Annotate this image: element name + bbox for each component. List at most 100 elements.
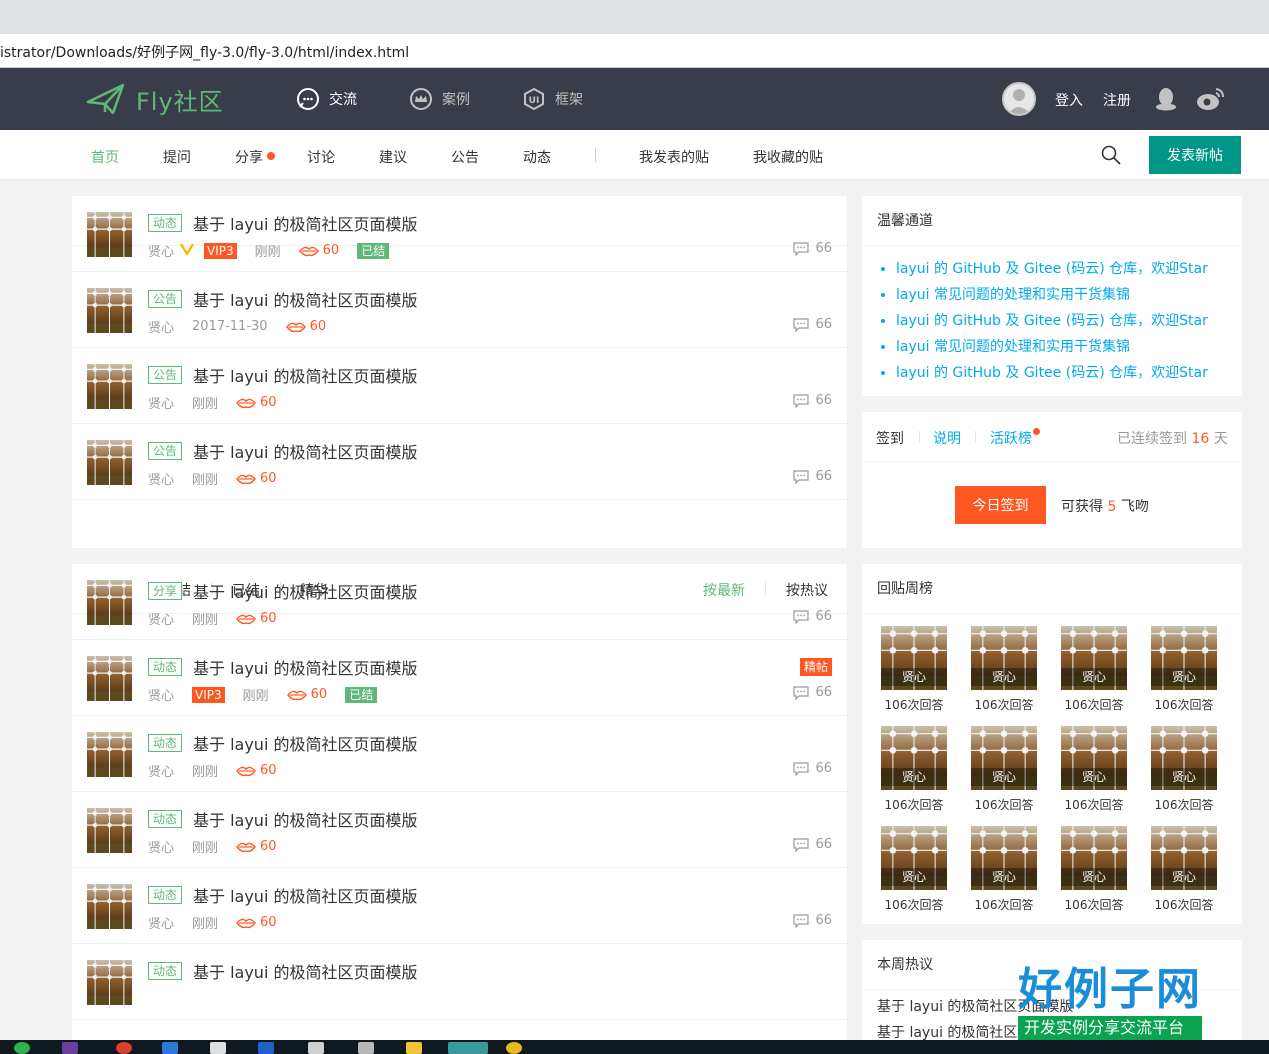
address-bar[interactable]: istrator/Downloads/好例子网_fly-3.0/fly-3.0/… bbox=[0, 34, 1269, 68]
register-link[interactable]: 注册 bbox=[1103, 90, 1131, 110]
post-row[interactable]: 公告 基于 layui 的极简社区页面模版 贤心 2017-11-30 60 66 bbox=[72, 272, 847, 348]
tab-sign[interactable]: 签到 bbox=[876, 428, 904, 448]
rank-avatar[interactable]: 贤心 bbox=[881, 826, 947, 890]
rank-user[interactable]: 贤心 106次回答 bbox=[1061, 726, 1127, 813]
post-author-avatar[interactable] bbox=[87, 364, 132, 409]
tab-dynamic[interactable]: 动态 bbox=[523, 147, 551, 167]
user-avatar[interactable] bbox=[1002, 82, 1036, 116]
rank-avatar[interactable]: 贤心 bbox=[1061, 826, 1127, 890]
tab-discuss[interactable]: 讨论 bbox=[307, 147, 335, 167]
post-category-tag[interactable]: 动态 bbox=[148, 962, 183, 980]
tab-share[interactable]: 分享 bbox=[235, 147, 275, 167]
rank-user[interactable]: 贤心 106次回答 bbox=[881, 726, 947, 813]
post-row[interactable]: 动态 基于 layui 的极简社区页面模版 贤心 刚刚 60 66 bbox=[72, 792, 847, 868]
tab-question[interactable]: 提问 bbox=[163, 147, 191, 167]
rank-avatar[interactable]: 贤心 bbox=[1151, 726, 1217, 790]
post-author[interactable]: 贤心 bbox=[148, 317, 174, 336]
rank-avatar[interactable]: 贤心 bbox=[1151, 626, 1217, 690]
rank-user[interactable]: 贤心 106次回答 bbox=[1061, 626, 1127, 713]
rank-user[interactable]: 贤心 106次回答 bbox=[881, 826, 947, 913]
my-posts-link[interactable]: 我发表的贴 bbox=[639, 147, 709, 167]
post-title[interactable]: 基于 layui 的极简社区页面模版 bbox=[193, 883, 417, 907]
post-title[interactable]: 基于 layui 的极简社区页面模版 bbox=[193, 807, 417, 831]
taskbar-app-icon[interactable] bbox=[62, 1042, 78, 1054]
taskbar-app-icon[interactable] bbox=[406, 1042, 422, 1054]
my-favorites-link[interactable]: 我收藏的贴 bbox=[753, 147, 823, 167]
post-author-avatar[interactable] bbox=[87, 440, 132, 485]
post-title[interactable]: 基于 layui 的极简社区页面模版 bbox=[193, 287, 417, 311]
post-category-tag[interactable]: 公告 bbox=[148, 290, 183, 308]
rank-user[interactable]: 贤心 106次回答 bbox=[971, 726, 1037, 813]
post-author-avatar[interactable] bbox=[87, 212, 132, 257]
rank-user[interactable]: 贤心 106次回答 bbox=[1151, 626, 1217, 713]
tab-explain[interactable]: 说明 bbox=[933, 428, 961, 448]
post-title[interactable]: 基于 layui 的极简社区页面模版 bbox=[193, 211, 417, 235]
post-author-avatar[interactable] bbox=[87, 960, 132, 1005]
rank-avatar[interactable]: 贤心 bbox=[971, 826, 1037, 890]
post-author-avatar[interactable] bbox=[87, 808, 132, 853]
post-row[interactable]: 动态 基于 layui 的极简社区页面模版 bbox=[72, 944, 847, 1020]
taskbar-app-icon[interactable] bbox=[14, 1042, 30, 1054]
tab-notice[interactable]: 公告 bbox=[451, 147, 479, 167]
post-author[interactable]: 贤心 bbox=[148, 685, 174, 704]
tab-suggest[interactable]: 建议 bbox=[379, 147, 407, 167]
url-text[interactable]: istrator/Downloads/好例子网_fly-3.0/fly-3.0/… bbox=[0, 42, 409, 62]
rank-user[interactable]: 贤心 106次回答 bbox=[881, 626, 947, 713]
post-author[interactable]: 贤心 bbox=[148, 241, 174, 260]
post-row[interactable]: 公告 基于 layui 的极简社区页面模版 贤心 刚刚 60 66 bbox=[72, 424, 847, 500]
rank-user[interactable]: 贤心 106次回答 bbox=[1061, 826, 1127, 913]
post-title[interactable]: 基于 layui 的极简社区页面模版 bbox=[193, 363, 417, 387]
post-author[interactable]: 贤心 bbox=[148, 761, 174, 780]
post-author-avatar[interactable] bbox=[87, 288, 132, 333]
rank-avatar[interactable]: 贤心 bbox=[881, 626, 947, 690]
post-author-avatar[interactable] bbox=[87, 580, 132, 625]
post-author[interactable]: 贤心 bbox=[148, 609, 174, 628]
post-category-tag[interactable]: 动态 bbox=[148, 734, 183, 752]
login-link[interactable]: 登入 bbox=[1055, 90, 1083, 110]
rank-avatar[interactable]: 贤心 bbox=[881, 726, 947, 790]
post-author[interactable]: 贤心 bbox=[148, 913, 174, 932]
sign-today-button[interactable]: 今日签到 bbox=[955, 486, 1046, 524]
tab-home[interactable]: 首页 bbox=[91, 147, 119, 167]
post-title[interactable]: 基于 layui 的极简社区页面模版 bbox=[193, 959, 417, 983]
weibo-icon[interactable] bbox=[1196, 86, 1226, 116]
post-category-tag[interactable]: 公告 bbox=[148, 442, 183, 460]
taskbar-app-icon[interactable] bbox=[448, 1042, 488, 1054]
rank-avatar[interactable]: 贤心 bbox=[971, 726, 1037, 790]
post-row[interactable]: 公告 基于 layui 的极简社区页面模版 贤心 刚刚 60 66 bbox=[72, 348, 847, 424]
qq-icon[interactable] bbox=[1154, 86, 1178, 116]
post-category-tag[interactable]: 动态 bbox=[148, 658, 183, 676]
rank-user[interactable]: 贤心 106次回答 bbox=[971, 826, 1037, 913]
post-author[interactable]: 贤心 bbox=[148, 837, 174, 856]
rank-avatar[interactable]: 贤心 bbox=[1061, 726, 1127, 790]
new-post-button[interactable]: 发表新帖 bbox=[1149, 136, 1241, 174]
warm-link-item[interactable]: layui 常见问题的处理和实用干货集锦 bbox=[896, 282, 1242, 308]
nav-item-cases[interactable]: 案例 bbox=[409, 85, 470, 113]
post-title[interactable]: 基于 layui 的极简社区页面模版 bbox=[193, 579, 417, 603]
warm-link-item[interactable]: layui 常见问题的处理和实用干货集锦 bbox=[896, 334, 1242, 360]
rank-avatar[interactable]: 贤心 bbox=[1151, 826, 1217, 890]
tab-active-rank[interactable]: 活跃榜 bbox=[990, 428, 1040, 448]
post-author-avatar[interactable] bbox=[87, 732, 132, 777]
rank-user[interactable]: 贤心 106次回答 bbox=[971, 626, 1037, 713]
search-icon[interactable] bbox=[1100, 144, 1122, 170]
taskbar-app-icon[interactable] bbox=[506, 1042, 522, 1054]
post-category-tag[interactable]: 公告 bbox=[148, 366, 183, 384]
taskbar-app-icon[interactable] bbox=[116, 1042, 132, 1054]
post-author[interactable]: 贤心 bbox=[148, 393, 174, 412]
rank-avatar[interactable]: 贤心 bbox=[971, 626, 1037, 690]
nav-item-exchange[interactable]: 交流 bbox=[296, 85, 357, 113]
post-title[interactable]: 基于 layui 的极简社区页面模版 bbox=[193, 439, 417, 463]
post-title[interactable]: 基于 layui 的极简社区页面模版 bbox=[193, 731, 417, 755]
nav-item-framework[interactable]: UI 框架 bbox=[522, 85, 583, 113]
rank-avatar[interactable]: 贤心 bbox=[1061, 626, 1127, 690]
post-row[interactable]: 动态 基于 layui 的极简社区页面模版 贤心 刚刚 60 66 bbox=[72, 868, 847, 944]
taskbar-app-icon[interactable] bbox=[358, 1042, 374, 1054]
warm-link-item[interactable]: layui 的 GitHub 及 Gitee (码云) 仓库，欢迎Star bbox=[896, 256, 1242, 282]
taskbar-app-icon[interactable] bbox=[210, 1042, 226, 1054]
post-row[interactable]: 动态 基于 layui 的极简社区页面模版 贤心 VIP3 刚刚 60 已结 66 bbox=[72, 196, 847, 272]
post-category-tag[interactable]: 动态 bbox=[148, 214, 183, 232]
taskbar-app-icon[interactable] bbox=[162, 1042, 178, 1054]
post-category-tag[interactable]: 动态 bbox=[148, 886, 183, 904]
post-category-tag[interactable]: 动态 bbox=[148, 810, 183, 828]
